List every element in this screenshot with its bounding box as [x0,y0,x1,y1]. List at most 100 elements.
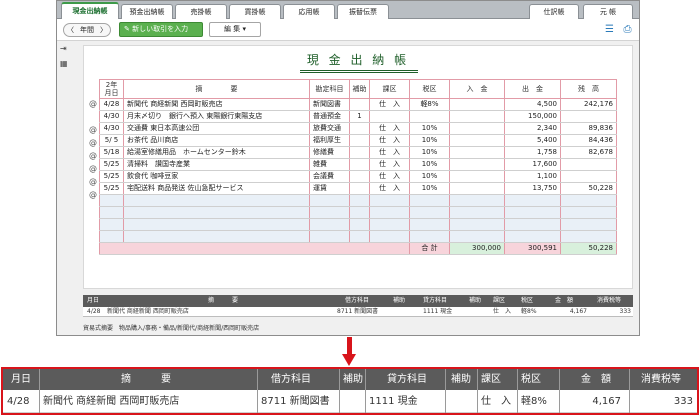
ledger-cell-expense: 1,100 [504,170,561,183]
ledger-cell-account: 雑費 [309,158,350,171]
detail-desc: 新聞代 商経新聞 西岡町販売店 [107,308,189,315]
tab-payables[interactable]: 買掛帳 [229,4,281,19]
detail-header-desc: 摘 要 [207,297,238,304]
ledger-empty-cell [560,230,617,243]
ledger-row[interactable]: 4/30 月末〆切り 銀行へ預入 東陽銀行東陽支店 普通預金 1 150,000 [99,110,617,123]
detail-header-sub2: 補助 [469,297,482,304]
ledger-cell-date: 5/25 [99,170,124,183]
total-label: 合 計 [409,242,450,255]
edit-menu-button[interactable]: 編 集 ▾ [209,22,261,37]
export-icon[interactable]: ⇥ [60,44,69,53]
ledger-cell-tax_rate [409,110,450,123]
paperclip-icon[interactable]: @ [89,151,97,160]
ledger-row[interactable]: 4/28 新聞代 商経新聞 西岡町販売店 新聞図書 仕 入軽8% 4,500 242,17… [99,98,617,111]
paperclip-icon[interactable]: @ [89,138,97,147]
ledger-cell-sub: 1 [349,110,370,123]
tab-receivables[interactable]: 売掛帳 [175,4,227,19]
header-income: 入 金 [449,79,505,99]
ledger-cell-tax_rate: 軽8% [409,98,450,111]
ledger-cell-balance [560,158,617,171]
period-navigator: 〈 年間 〉 [63,23,111,37]
new-entry-label: 新しい取引を入力 [132,25,189,33]
ledger-empty-cell [560,194,617,207]
ledger-empty-cell [560,206,617,219]
tab-applied[interactable]: 応用帳 [283,4,335,19]
zoomed-detail: 月日 摘 要 借方科目 補助 貸方科目 補助 課区 税区 金 額 消費税等 4/… [1,367,699,415]
paperclip-icon[interactable]: @ [89,177,97,186]
detail-sub1 [393,307,413,316]
tab-cash-book[interactable]: 現金出納帳 [61,2,119,20]
ledger-empty-row[interactable] [99,194,617,207]
status-line: 貿易式摘要 物品購入/事務・備品/新聞代/商経新聞/西岡町販売店 [83,325,260,332]
ledger-cell-account: 修繕費 [309,146,350,159]
ledger-empty-row[interactable] [99,206,617,219]
period-label[interactable]: 年間 [77,25,97,35]
ledger-cell-date: 5/25 [99,182,124,195]
ledger-cell-desc: 交通費 東日本高速公団 [123,122,310,135]
ledger-cell-account: 会議費 [309,170,350,183]
ledger-cell-date: 4/28 [99,98,124,111]
ledger-empty-cell [349,218,370,231]
total-expense: 300,591 [504,242,561,255]
ledger-cell-account: 運賃 [309,182,350,195]
ledger-row[interactable]: 4/30 交通費 東日本高速公団 旅費交通 仕 入 10% 2,340 89,836 [99,122,617,135]
ledger-cell-tax_rate: 10% [409,182,450,195]
paperclip-icon[interactable]: @ [89,164,97,173]
ledger-empty-row[interactable] [99,218,617,231]
ledger-empty-cell [560,218,617,231]
header-balance: 残 高 [560,79,617,99]
zoom-header-amount: 金 額 [581,374,611,385]
detail-row[interactable]: 4/28 新聞代 商経新聞 西岡町販売店 8711 新聞図書 1111 現金 仕… [83,307,633,317]
zoom-tax-rate: 軽8% [521,396,547,407]
zoom-amount: 4,167 [592,396,621,407]
arrow-shaft [347,337,352,355]
ledger-row[interactable]: 5/18 給湯室修繕用品 ホームセンター鈴木 修繕費 仕 入 10% 1,758 82,67… [99,146,617,159]
tab-bar: 現金出納帳 預金出納帳 売掛帳 買掛帳 応用帳 振替伝票 仕訳帳 元 帳 [57,1,639,20]
ledger-cell-account: 福利厚生 [309,134,350,147]
ledger-cell-balance: 84,436 [560,134,617,147]
prev-period-button[interactable]: 〈 [64,25,77,35]
zoom-row[interactable]: 4/28 新聞代 商経新聞 西岡町販売店 8711 新聞図書 1111 現金 仕… [3,390,697,413]
list-settings-icon[interactable]: ☰ [603,23,616,36]
paperclip-icon[interactable]: @ [89,99,97,108]
ledger-row[interactable]: 5/25 清掃料 讃国寺産業 雑費 仕 入 10% 17,600 [99,158,617,171]
ledger-empty-cell [309,218,350,231]
tab-deposit-book[interactable]: 預金出納帳 [121,4,173,19]
ledger-cell-sub [349,134,370,147]
print-icon[interactable]: ⎙ [621,23,634,36]
ledger-cell-tax_type: 仕 入 [369,146,410,159]
ledger-row[interactable]: 5/25 宅配送料 商品発送 佐山急配サービス 運賃 仕 入 10% 13,750 50,2… [99,182,617,195]
detail-header-credit: 貸方科目 [423,297,448,304]
ledger-cell-desc: 清掃料 讃国寺産業 [123,158,310,171]
ledger-cell-sub [349,158,370,171]
ledger-cell-tax_type: 仕 入 [369,158,410,171]
ledger-cell-expense: 17,600 [504,158,561,171]
detail-header-debit: 借方科目 [345,297,370,304]
detail-tax: 333 [619,308,631,315]
ledger-empty-cell [99,194,124,207]
ledger-cell-income [449,122,505,135]
paperclip-icon[interactable]: @ [89,125,97,134]
zoom-separator [477,369,478,413]
ledger-cell-income [449,134,505,147]
grid-icon[interactable]: ▦ [60,59,69,68]
paperclip-icon[interactable]: @ [89,190,97,199]
ledger-empty-row[interactable] [99,230,617,243]
ledger-paper: 現 金 出 納 帳 2年 月日 摘 要 勘定科目 補助 課区 税区 入 金 出 金… [83,45,633,289]
tab-general-ledger[interactable]: 元 帳 [583,4,633,19]
ledger-row[interactable]: 5/ 5 お茶代 品川商店 福利厚生 仕 入 10% 5,400 84,436 [99,134,617,147]
new-entry-button[interactable]: ✎ 新しい取引を入力 [119,22,203,37]
zoom-tax-type: 仕 入 [481,396,511,407]
ledger-cell-date: 5/ 5 [99,134,124,147]
next-period-button[interactable]: 〉 [97,25,110,35]
zoom-header-credit: 貸方科目 [387,374,427,385]
ledger-title: 現 金 出 納 帳 [306,53,410,67]
ledger-row[interactable]: 5/25 飲食代 咖啡豆家 会議費 仕 入 10% 1,100 [99,170,617,183]
ledger-empty-cell [409,218,450,231]
ledger-empty-cell [99,230,124,243]
tab-journal[interactable]: 仕訳帳 [529,4,579,19]
detail-sub2 [469,307,489,316]
header-expense: 出 金 [504,79,561,99]
tab-transfer-slip[interactable]: 振替伝票 [337,4,389,19]
zoom-credit: 1111 現金 [369,396,418,407]
